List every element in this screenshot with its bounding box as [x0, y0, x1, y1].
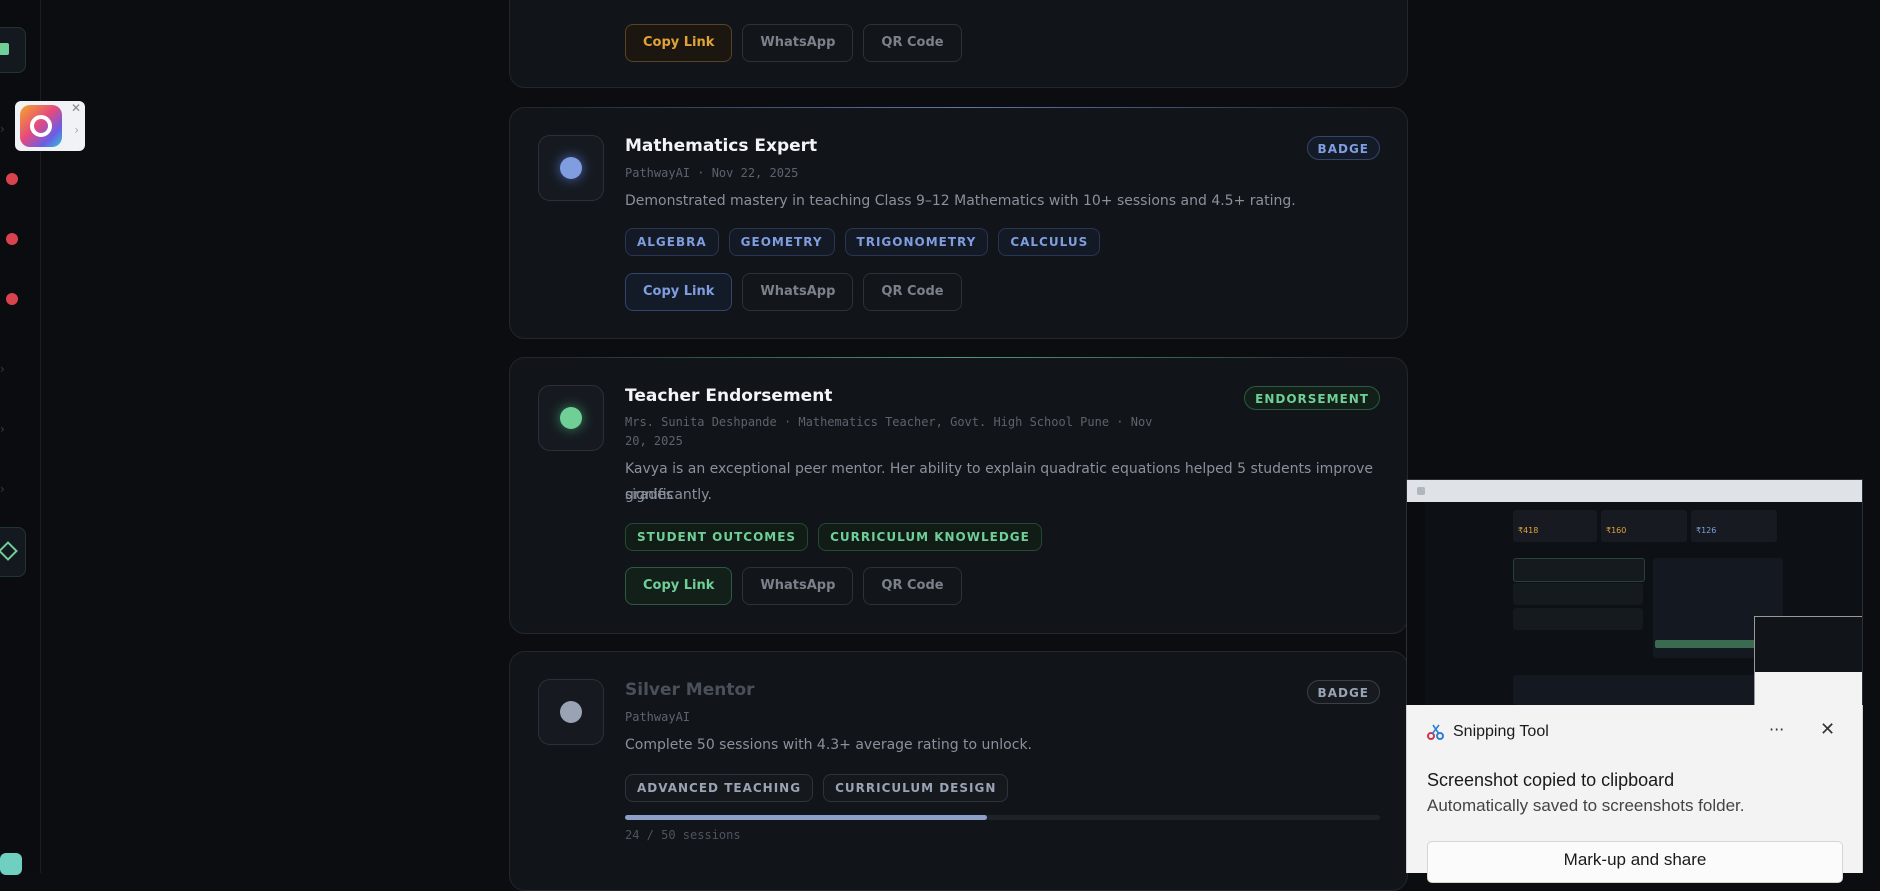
skill-tag: CALCULUS	[998, 228, 1101, 256]
hexagon-icon	[0, 541, 18, 561]
sidebar-active-button[interactable]	[0, 27, 26, 73]
card-title: Mathematics Expert	[625, 136, 818, 156]
credential-card-silver: Silver Mentor PathwayAI Complete 50 sess…	[509, 651, 1408, 891]
preview-stat-card: ₹126	[1691, 510, 1777, 542]
share-buttons: Copy Link WhatsApp QR Code	[625, 273, 962, 311]
badge-type-label: BADGE	[1306, 136, 1380, 160]
app-logo-icon[interactable]	[20, 105, 62, 147]
preview-stat-value: ₹160	[1606, 526, 1627, 535]
preview-bottom-panel	[1513, 675, 1773, 705]
preview-stat-card: ₹160	[1601, 510, 1687, 542]
locked-badge-icon-box	[538, 679, 604, 745]
snipping-tool-icon	[1427, 724, 1444, 740]
skill-tag: STUDENT OUTCOMES	[625, 523, 809, 551]
preview-stat-card: ₹418	[1513, 510, 1597, 542]
badge-dot-icon	[560, 157, 582, 179]
preview-stat-value: ₹418	[1518, 526, 1539, 535]
screenshot-preview[interactable]: ₹418 ₹160 ₹126	[1406, 479, 1863, 707]
preview-browser-bar	[1407, 480, 1862, 502]
skill-tag: GEOMETRY	[728, 228, 835, 256]
qr-code-button[interactable]: QR Code	[863, 273, 962, 311]
sidebar-check-icon[interactable]	[0, 853, 22, 875]
copy-link-button[interactable]: Copy Link	[625, 24, 733, 62]
chevron-right-icon[interactable]: ›	[74, 123, 79, 137]
card-meta: PathwayAI	[625, 710, 691, 724]
preview-tab-icon	[1417, 487, 1425, 495]
sidebar-chevron-icon[interactable]: ›	[0, 422, 5, 436]
floating-app-widget[interactable]: ✕ ›	[15, 101, 85, 151]
sidebar-active-button[interactable]	[0, 527, 26, 577]
card-accent-line	[550, 107, 1367, 108]
card-description: Demonstrated mastery in teaching Class 9…	[625, 193, 1296, 209]
qr-code-button[interactable]: QR Code	[863, 567, 962, 605]
card-description-line2: significantly.	[625, 487, 712, 503]
preview-list-item	[1513, 608, 1643, 630]
preview-sidebar	[1407, 502, 1425, 706]
whatsapp-button[interactable]: WhatsApp	[742, 567, 854, 605]
locked-badge-dot-icon	[560, 701, 582, 723]
card-description-line1: Kavya is an exceptional peer mentor. Her…	[625, 461, 1374, 503]
preview-list-item	[1513, 558, 1645, 582]
badge-type-label: BADGE	[1306, 680, 1380, 704]
card-title: Silver Mentor	[625, 680, 755, 700]
notification-dot-icon	[6, 173, 18, 185]
share-buttons: Copy Link WhatsApp QR Code	[625, 567, 962, 605]
badge-type-label: ENDORSEMENT	[1244, 386, 1380, 410]
skill-tag: ALGEBRA	[625, 228, 719, 256]
skill-tag: CURRICULUM KNOWLEDGE	[818, 523, 1042, 551]
card-meta-line1: Mrs. Sunita Deshpande · Mathematics Teac…	[625, 415, 1153, 429]
preview-stat-value: ₹126	[1696, 526, 1717, 535]
whatsapp-button[interactable]: WhatsApp	[742, 24, 854, 62]
copy-link-button[interactable]: Copy Link	[625, 567, 733, 605]
progress-bar	[625, 815, 1380, 820]
copy-link-button[interactable]: Copy Link	[625, 273, 733, 311]
credential-card-endorsement: Teacher Endorsement Mrs. Sunita Deshpand…	[509, 357, 1408, 634]
close-icon[interactable]: ✕	[71, 101, 81, 115]
sidebar-chevron-icon[interactable]: ›	[0, 482, 5, 496]
markup-share-button[interactable]: Mark-up and share	[1427, 841, 1843, 883]
qr-code-button[interactable]: QR Code	[863, 24, 962, 62]
card-accent-line	[550, 357, 1367, 358]
progress-fill	[625, 815, 988, 820]
card-description: Complete 50 sessions with 4.3+ average r…	[625, 737, 1032, 753]
sidebar-app-icon	[0, 43, 9, 55]
skill-tags: STUDENT OUTCOMES CURRICULUM KNOWLEDGE	[625, 523, 1042, 551]
preview-nested-screen	[1755, 617, 1862, 672]
close-icon[interactable]: ✕	[1820, 719, 1835, 740]
card-meta: PathwayAI · Nov 22, 2025	[625, 166, 799, 180]
snipping-tool-notification: Snipping Tool ··· ✕ Screenshot copied to…	[1406, 705, 1863, 883]
sidebar-chevron-icon[interactable]: ›	[0, 362, 5, 376]
preview-list-item	[1513, 583, 1643, 605]
skill-tag: CURRICULUM DESIGN	[823, 774, 1009, 802]
skill-tags: ADVANCED TEACHING CURRICULUM DESIGN	[625, 774, 1009, 802]
notification-title: Screenshot copied to clipboard	[1427, 770, 1675, 790]
notification-dot-icon	[6, 233, 18, 245]
credential-card-math: Mathematics Expert PathwayAI · Nov 22, 2…	[509, 107, 1408, 339]
skill-tag: TRIGONOMETRY	[844, 228, 989, 256]
share-buttons: Copy Link WhatsApp QR Code	[625, 24, 962, 62]
notification-dot-icon	[6, 293, 18, 305]
badge-icon-box	[538, 135, 604, 201]
skill-tags: ALGEBRA GEOMETRY TRIGONOMETRY CALCULUS	[625, 228, 1101, 256]
card-meta-line2: 20, 2025	[625, 434, 683, 448]
skill-tag: ADVANCED TEACHING	[625, 774, 814, 802]
card-title: Teacher Endorsement	[625, 386, 833, 406]
credential-card-top: Copy Link WhatsApp QR Code	[509, 0, 1408, 88]
notification-body: Automatically saved to screenshots folde…	[1427, 796, 1745, 815]
endorsement-icon-box	[538, 385, 604, 451]
app-name: Snipping Tool	[1453, 723, 1549, 740]
whatsapp-button[interactable]: WhatsApp	[742, 273, 854, 311]
preview-nested-thumbnail	[1754, 616, 1862, 706]
more-options-icon[interactable]: ···	[1769, 720, 1784, 739]
endorsement-dot-icon	[560, 407, 582, 429]
sidebar-chevron-icon[interactable]: ›	[0, 122, 5, 136]
progress-text: 24 / 50 sessions	[625, 828, 741, 842]
